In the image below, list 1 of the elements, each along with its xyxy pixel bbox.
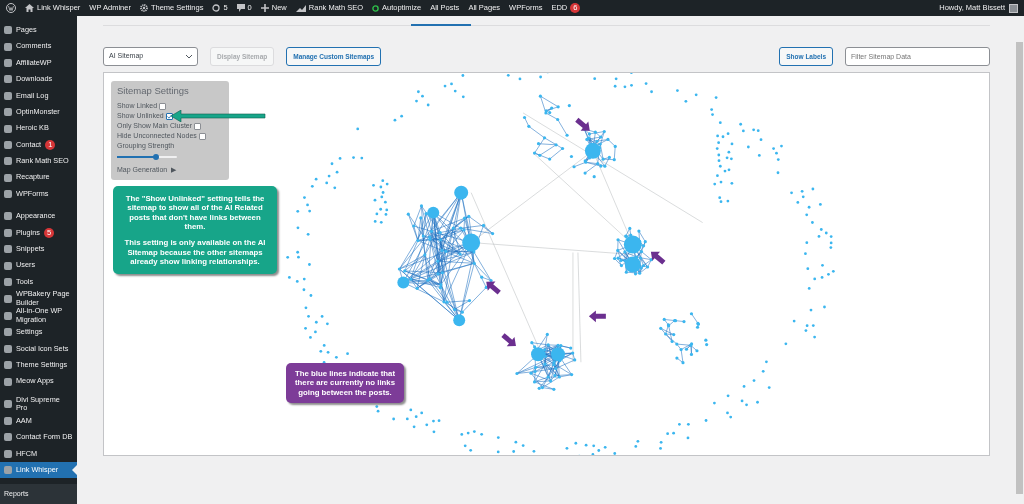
panel-title: Sitemap Settings <box>117 85 190 97</box>
